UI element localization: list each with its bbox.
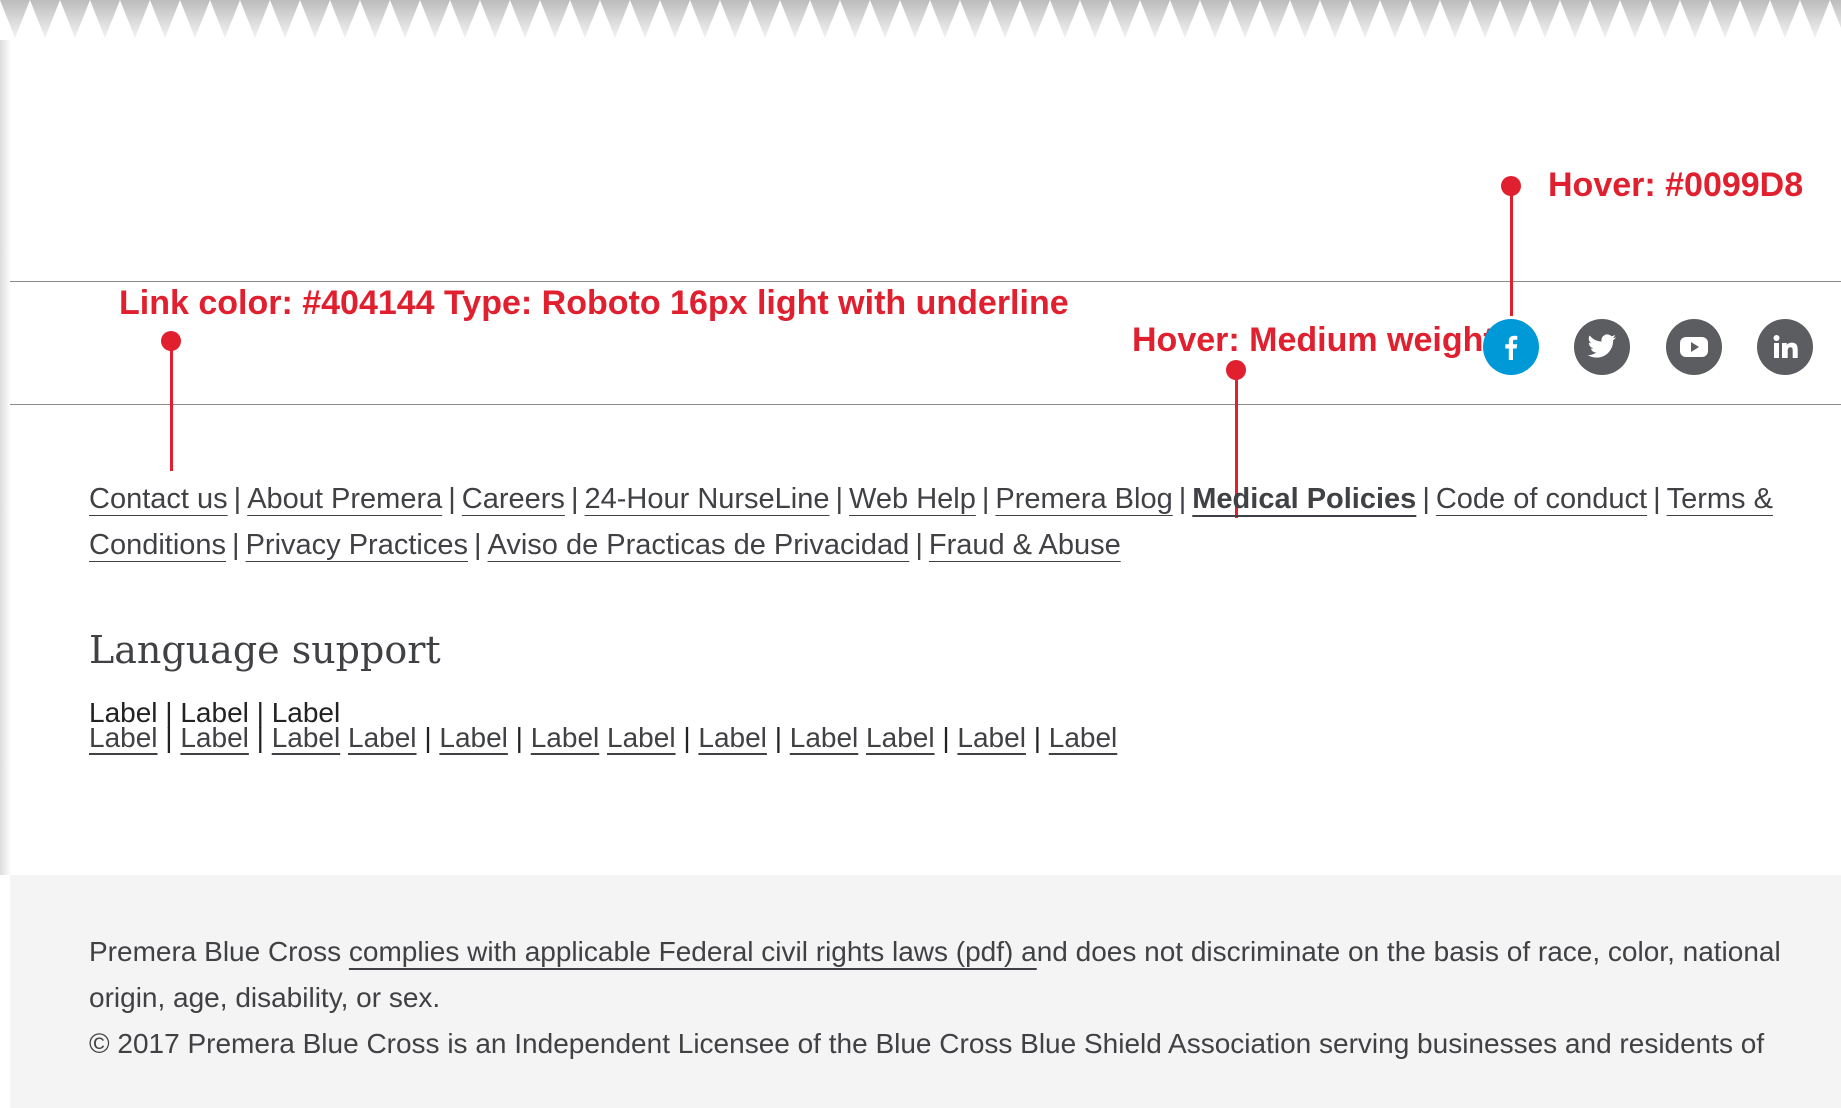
language-link[interactable]: Label — [790, 722, 859, 753]
legal-text: nd does not discriminate on the basis of… — [1036, 936, 1781, 967]
civil-rights-link[interactable]: complies with applicable Federal civil r… — [349, 936, 1037, 967]
link-separator: | — [1033, 722, 1041, 753]
twitter-button[interactable] — [1574, 319, 1630, 375]
copyright-text: © 2017 Premera Blue Cross is an Independ… — [89, 1028, 1765, 1059]
annotation-hover-weight: Hover: Medium weight — [1132, 321, 1495, 359]
link-separator: | — [942, 722, 950, 753]
footer-links: Contact us | About Premera | Careers | 24-Hour… — [89, 476, 1789, 568]
annotation-link-spec: Link color: #404144 Type: Roboto 16px li… — [119, 284, 1069, 322]
footer-link-terms[interactable]: Terms & — [1667, 483, 1773, 515]
language-link[interactable]: Label — [698, 722, 767, 753]
facebook-button[interactable] — [1483, 319, 1539, 375]
youtube-icon — [1680, 337, 1708, 357]
link-separator: | — [570, 483, 579, 515]
legal-statement: Premera Blue Cross complies with applica… — [89, 929, 1809, 975]
language-link[interactable]: Label — [348, 722, 417, 753]
footer-link-conditions[interactable]: Conditions — [89, 529, 226, 561]
language-link[interactable]: Label — [531, 722, 600, 753]
link-separator: | — [981, 483, 990, 515]
link-separator: | — [1178, 483, 1187, 515]
footer-link-aviso-privacidad[interactable]: Aviso de Practicas de Privacidad — [488, 529, 910, 561]
language-link[interactable]: Label — [607, 722, 676, 753]
link-separator: | — [835, 483, 844, 515]
language-link[interactable]: Label — [957, 722, 1026, 753]
link-separator: | — [165, 722, 173, 753]
link-separator: | — [1422, 483, 1430, 515]
footer-link-web-help[interactable]: Web Help — [849, 483, 976, 515]
legal-text: Premera Blue Cross — [89, 936, 349, 967]
link-separator: | — [473, 529, 482, 561]
language-link[interactable]: Label — [180, 722, 249, 753]
link-separator: | — [233, 483, 242, 515]
language-link[interactable]: Label — [272, 722, 341, 753]
twitter-icon — [1587, 334, 1616, 358]
page-left-shadow — [0, 40, 11, 875]
youtube-button[interactable] — [1666, 319, 1722, 375]
torn-edge-zigzag — [0, 0, 1841, 80]
link-separator: | — [915, 529, 923, 561]
annotation-leader-line — [170, 341, 173, 471]
footer-link-contact-us[interactable]: Contact us — [89, 483, 228, 515]
footer-link-fraud-abuse[interactable]: Fraud & Abuse — [929, 529, 1121, 561]
language-support-heading: Language support — [89, 628, 441, 672]
language-link[interactable]: Label — [439, 722, 508, 753]
legal-statement-line2: origin, age, disability, or sex. — [89, 982, 441, 1013]
language-link[interactable]: Label — [89, 722, 158, 753]
facebook-icon — [1505, 335, 1518, 360]
link-separator: | — [232, 529, 240, 561]
link-separator: | — [683, 722, 691, 753]
annotation-leader-line — [1510, 186, 1513, 316]
linkedin-icon — [1773, 335, 1798, 358]
annotation-hover-color: Hover: #0099D8 — [1548, 166, 1804, 204]
link-separator: | — [1653, 483, 1661, 515]
link-separator: | — [774, 722, 782, 753]
footer-link-medical-policies[interactable]: Medical Policies — [1192, 483, 1416, 515]
footer-link-privacy-practices[interactable]: Privacy Practices — [246, 529, 468, 561]
link-separator: | — [424, 722, 432, 753]
divider-top — [10, 281, 1841, 282]
footer-link-code-of-conduct[interactable]: Code of conduct — [1436, 483, 1647, 515]
language-label-row-links: Label | Label | Label Label | Label | La… — [89, 724, 1117, 752]
language-link[interactable]: Label — [866, 722, 935, 753]
link-separator: | — [515, 722, 523, 753]
link-separator: | — [448, 483, 456, 515]
footer-link-careers[interactable]: Careers — [462, 483, 565, 515]
linkedin-button[interactable] — [1757, 319, 1813, 375]
footer-link-nurseline[interactable]: 24-Hour NurseLine — [584, 483, 829, 515]
divider-bottom — [10, 404, 1841, 405]
footer-link-about-premera[interactable]: About Premera — [247, 483, 442, 515]
footer-link-premera-blog[interactable]: Premera Blog — [995, 483, 1172, 515]
link-separator: | — [256, 722, 264, 753]
language-link[interactable]: Label — [1049, 722, 1118, 753]
